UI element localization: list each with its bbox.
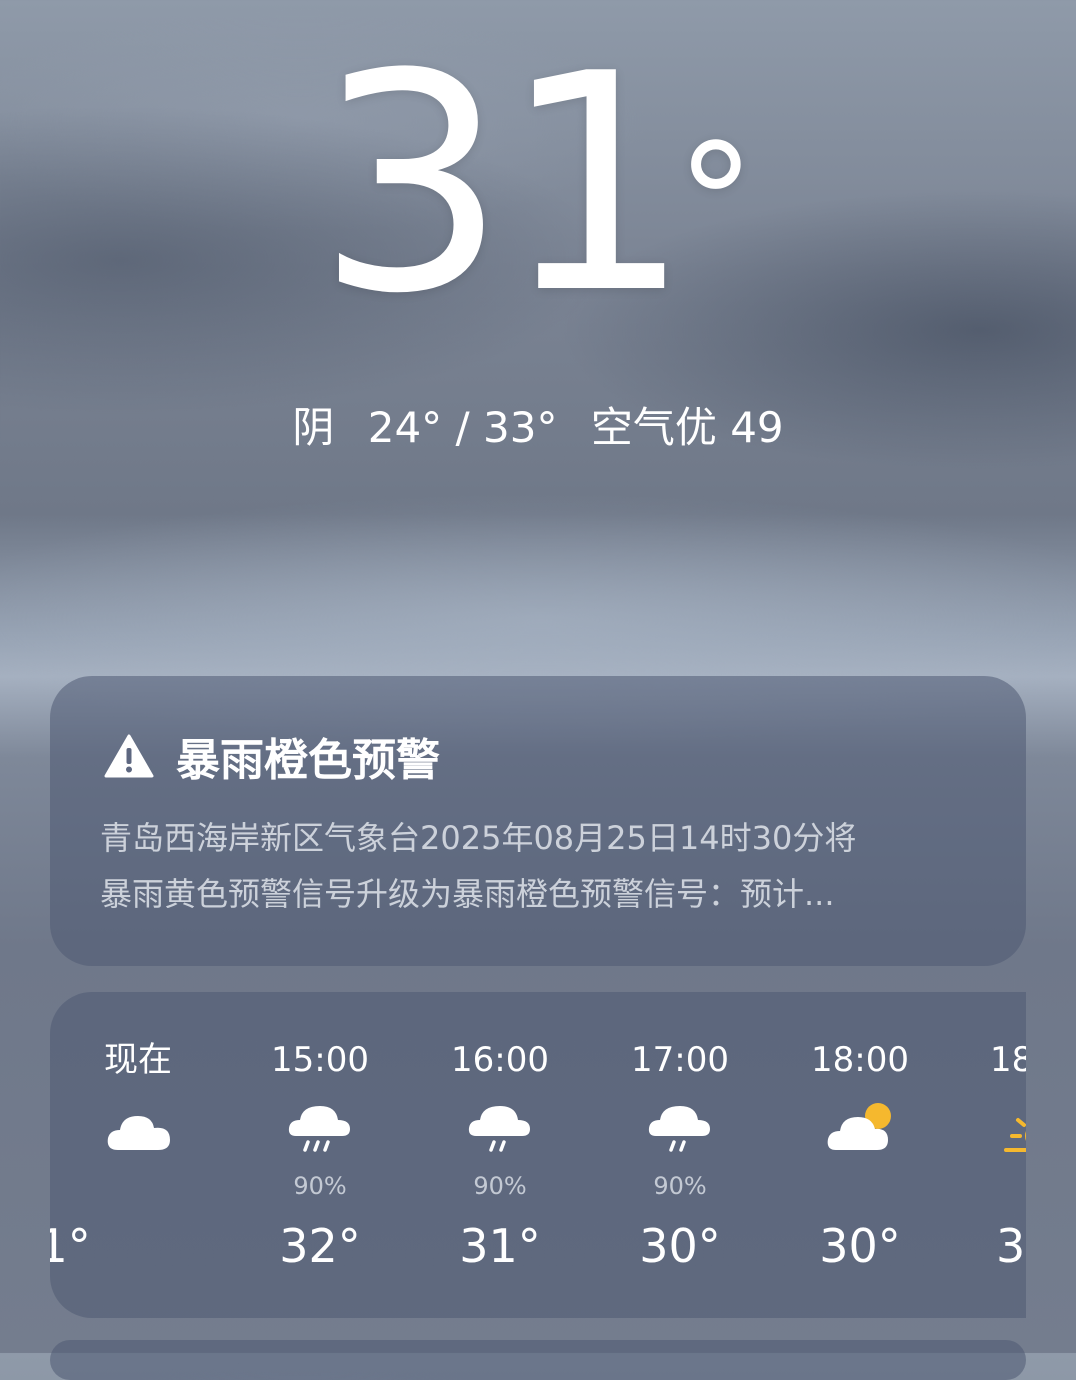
warning-triangle-icon bbox=[104, 734, 154, 778]
hour-item[interactable]: 18:00 30° bbox=[770, 992, 950, 1318]
hour-item[interactable]: 16:00 90% 31° bbox=[410, 992, 590, 1318]
weather-alert-card[interactable]: 暴雨橙色预警 青岛西海岸新区气象台2025年08月25日14时30分将 暴雨黄色… bbox=[50, 676, 1026, 966]
air-quality[interactable]: 空气优 49 bbox=[591, 403, 784, 452]
hour-item[interactable]: 15:00 90% 32° bbox=[230, 992, 410, 1318]
hour-item[interactable]: 现在 31° bbox=[50, 992, 230, 1318]
hourly-forecast[interactable]: 现在 31° 15:00 90% 32° 16:00 90% 31° 17:00… bbox=[50, 992, 1026, 1318]
partly-cloudy-icon bbox=[827, 1103, 891, 1150]
hour-item[interactable]: 18 3 bbox=[950, 992, 1026, 1318]
low-high-temp: 24° / 33° bbox=[367, 403, 558, 452]
alert-line-2: 暴雨黄色预警信号升级为暴雨橙色预警信号：预计... bbox=[100, 875, 835, 913]
degree-symbol: ° bbox=[675, 109, 756, 296]
next-card-peek[interactable] bbox=[50, 1340, 1026, 1380]
rain-icon bbox=[648, 1106, 710, 1152]
weather-summary[interactable]: 阴 24° / 33° 空气优 49 bbox=[0, 398, 1076, 458]
condition-text: 阴 bbox=[292, 403, 335, 452]
alert-title: 暴雨橙色预警 bbox=[104, 726, 440, 786]
alert-description: 青岛西海岸新区气象台2025年08月25日14时30分将 暴雨黄色预警信号升级为… bbox=[100, 810, 966, 922]
rain-icon bbox=[288, 1106, 350, 1152]
cloudy-icon bbox=[107, 1116, 170, 1150]
alert-line-1: 青岛西海岸新区气象台2025年08月25日14时30分将 bbox=[100, 819, 857, 857]
hour-item[interactable]: 17:00 90% 30° bbox=[590, 992, 770, 1318]
current-temperature: 31° bbox=[316, 10, 756, 359]
sunset-icon bbox=[1004, 1118, 1026, 1152]
rain-icon bbox=[468, 1106, 530, 1152]
